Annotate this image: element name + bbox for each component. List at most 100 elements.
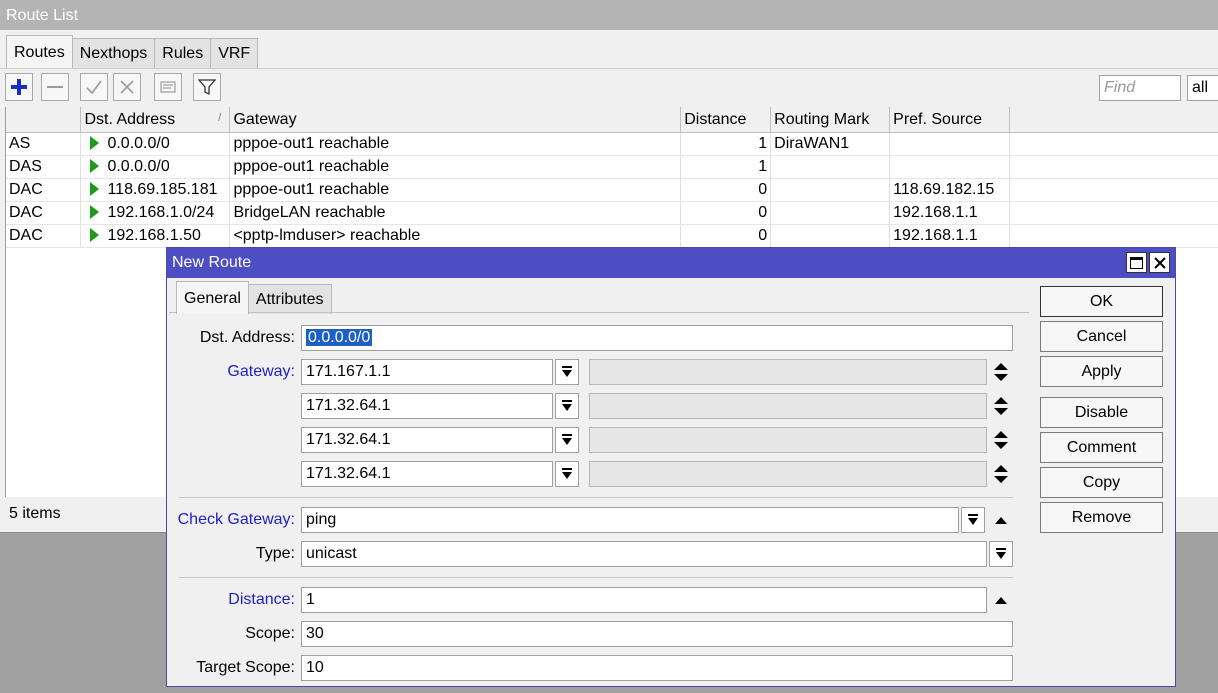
add-button[interactable] [5, 73, 33, 101]
cell-flags: DAS [6, 155, 82, 179]
gateway-extra-field-1 [589, 359, 987, 385]
collapse-up-icon [995, 517, 1007, 524]
col-pref-source[interactable]: Pref. Source [889, 107, 1011, 133]
apply-button[interactable]: Apply [1040, 356, 1163, 387]
cell-pref-source: 192.168.1.1 [889, 224, 1011, 248]
cell-distance: 0 [680, 201, 772, 225]
disable-button[interactable]: Disable [1040, 397, 1163, 428]
filter-button[interactable] [193, 73, 221, 101]
gateway-dropdown-2[interactable] [555, 393, 579, 419]
maximize-button[interactable] [1126, 252, 1147, 273]
gateway-input-1[interactable]: 171.167.1.1 [301, 359, 553, 385]
distance-input[interactable]: 1 [301, 587, 987, 613]
col-gateway[interactable]: Gateway [229, 107, 682, 133]
tab-attributes[interactable]: Attributes [247, 284, 332, 314]
cancel-button[interactable]: Cancel [1040, 321, 1163, 352]
tab-general[interactable]: General [176, 281, 249, 314]
gateway-input-4[interactable]: 171.32.64.1 [301, 461, 553, 487]
dropdown-arrow-icon [562, 400, 572, 411]
comment-button[interactable] [154, 73, 182, 101]
gateway-input-2[interactable]: 171.32.64.1 [301, 393, 553, 419]
cell-routing-mark [770, 201, 891, 225]
col-flags[interactable] [6, 107, 82, 133]
disable-button[interactable] [113, 73, 141, 101]
gateway-label[interactable]: Gateway: [169, 359, 295, 385]
cell-gateway: BridgeLAN reachable [229, 201, 682, 225]
collapse-up-icon [995, 597, 1007, 604]
ok-button[interactable]: OK [1040, 286, 1163, 317]
cell-filler [1009, 224, 1218, 248]
cell-flags: DAC [6, 224, 82, 248]
gateway-dropdown-3[interactable] [555, 427, 579, 453]
close-button[interactable] [1149, 252, 1170, 273]
gateway-dropdown-4[interactable] [555, 461, 579, 487]
filter-icon [198, 79, 216, 96]
type-label: Type: [255, 545, 295, 562]
cell-distance: 0 [680, 224, 772, 248]
check-gateway-dropdown[interactable] [961, 507, 985, 533]
cell-dst: 118.69.185.181 [80, 178, 231, 202]
enable-button[interactable] [80, 73, 108, 101]
distance-label[interactable]: Distance: [169, 587, 295, 613]
tab-nexthops[interactable]: Nexthops [71, 38, 156, 68]
gateway-updown-4[interactable] [991, 461, 1011, 487]
toolbar: Find all [0, 68, 1218, 107]
gateway-updown-1[interactable] [991, 359, 1011, 385]
cell-filler [1009, 178, 1218, 202]
gateway-updown-3[interactable] [991, 427, 1011, 453]
general-panel: Dst. Address: 0.0.0.0/0 Gateway: 171.167… [169, 312, 1029, 693]
check-gateway-select[interactable]: ping [301, 507, 959, 533]
gateway-extra-field-4 [589, 461, 987, 487]
scope-input[interactable]: 30 [301, 621, 1013, 647]
col-routing-mark[interactable]: Routing Mark [770, 107, 891, 133]
gateway-dropdown-1[interactable] [555, 359, 579, 385]
cell-gateway: <pptp-lmduser> reachable [229, 224, 682, 248]
table-row[interactable]: DAC 192.168.1.50 <pptp-lmduser> reachabl… [6, 224, 1218, 248]
gateway-updown-2[interactable] [991, 393, 1011, 419]
dropdown-arrow-icon [562, 366, 572, 377]
dropdown-arrow-icon [996, 548, 1006, 559]
copy-button[interactable]: Copy [1040, 467, 1163, 498]
dst-address-label: Dst. Address: [199, 329, 295, 346]
divider [179, 497, 1013, 498]
col-distance[interactable]: Distance [680, 107, 772, 133]
tab-routes[interactable]: Routes [6, 35, 73, 68]
tab-vrf[interactable]: VRF [210, 38, 259, 68]
cell-filler [1009, 201, 1218, 225]
dst-address-input[interactable]: 0.0.0.0/0 [301, 325, 1013, 351]
table-row[interactable]: DAC 118.69.185.181 pppoe-out1 reachable … [6, 178, 1218, 202]
target-scope-input[interactable]: 10 [301, 655, 1013, 681]
find-input[interactable]: Find [1099, 75, 1181, 101]
close-icon [1153, 256, 1166, 269]
check-gateway-collapse[interactable] [991, 507, 1011, 533]
dialog-tabs: General Attributes [176, 281, 332, 314]
cell-dst-text: 118.69.185.181 [107, 181, 218, 198]
cell-distance: 0 [680, 178, 772, 202]
table-row[interactable]: AS 0.0.0.0/0 pppoe-out1 reachable 1 Dira… [6, 132, 1218, 156]
tab-rules[interactable]: Rules [154, 38, 212, 68]
table-row[interactable]: DAS 0.0.0.0/0 pppoe-out1 reachable 1 [6, 155, 1218, 179]
col-dst-address[interactable]: Dst. Address / [80, 107, 231, 133]
cell-routing-mark [770, 155, 891, 179]
add-icon [11, 79, 27, 95]
gateway-input-3[interactable]: 171.32.64.1 [301, 427, 553, 453]
cell-dst: 0.0.0.0/0 [80, 132, 231, 156]
sort-icon: / [218, 110, 222, 124]
gateway-extra-field-2 [589, 393, 987, 419]
dialog-title: New Route [172, 254, 252, 271]
active-route-icon [90, 136, 100, 150]
distance-collapse[interactable] [991, 587, 1011, 613]
status-item-count: 5 items [9, 505, 61, 522]
remove-button[interactable] [41, 73, 69, 101]
check-gateway-label[interactable]: Check Gateway: [169, 507, 295, 533]
remove-button[interactable]: Remove [1040, 502, 1163, 533]
new-route-dialog: New Route General Attributes Dst. Addres… [166, 247, 1176, 687]
type-select[interactable]: unicast [301, 541, 987, 567]
filter-select[interactable]: all [1187, 75, 1218, 101]
up-down-icon [994, 431, 1008, 449]
type-dropdown[interactable] [989, 541, 1013, 567]
active-route-icon [90, 228, 100, 242]
table-row[interactable]: DAC 192.168.1.0/24 BridgeLAN reachable 0… [6, 201, 1218, 225]
comment-button[interactable]: Comment [1040, 432, 1163, 463]
cell-distance: 1 [680, 155, 772, 179]
